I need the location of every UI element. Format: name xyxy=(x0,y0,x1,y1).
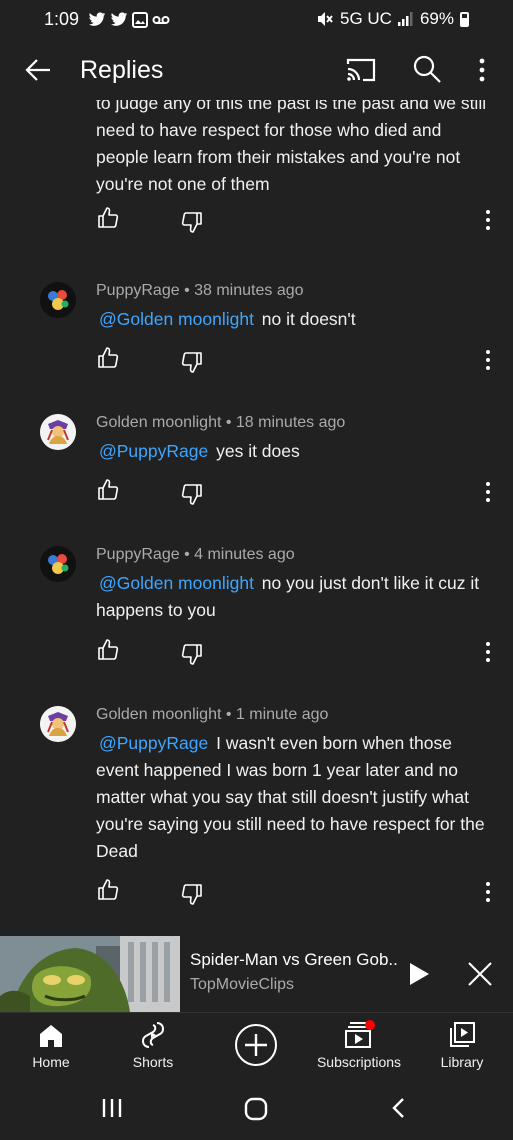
avatar[interactable] xyxy=(40,414,76,450)
reply-text: to judge any of this the past is the pas… xyxy=(96,100,487,194)
twitter-icon xyxy=(88,12,106,26)
thumbs-up-icon[interactable] xyxy=(96,638,120,662)
mention-link[interactable]: @Golden moonlight xyxy=(96,309,257,329)
mini-player-title[interactable]: Spider-Man vs Green Gob.. xyxy=(190,950,398,970)
notification-icons xyxy=(88,10,170,30)
more-vert-icon[interactable] xyxy=(478,480,498,504)
status-bar: 1:09 5G UC 69% xyxy=(0,0,513,40)
avatar[interactable] xyxy=(40,706,76,742)
voicemail-icon xyxy=(152,16,170,24)
gallery-icon xyxy=(132,12,148,28)
reply-body: no it doesn't xyxy=(256,309,356,329)
thumbs-up-icon[interactable] xyxy=(96,206,120,230)
reply-meta: Golden moonlight • 18 minutes ago xyxy=(96,414,346,431)
reply-text: @Golden moonlight no it doesn't xyxy=(96,306,496,333)
mention-link[interactable]: @PuppyRage xyxy=(96,441,211,461)
status-time: 1:09 xyxy=(44,9,80,29)
thumbs-down-icon[interactable] xyxy=(180,210,204,234)
thumbs-down-icon[interactable] xyxy=(180,350,204,374)
nav-library[interactable]: Library xyxy=(412,1013,512,1077)
page-title: Replies xyxy=(80,56,164,84)
home-button-icon[interactable] xyxy=(243,1096,269,1122)
back-arrow-icon[interactable] xyxy=(22,54,54,86)
recent-apps-icon[interactable] xyxy=(100,1096,124,1120)
signal-icon xyxy=(397,12,413,26)
reply-item: Golden moonlight • 1 minute ago @PuppyRa… xyxy=(0,704,513,936)
mention-link[interactable]: @PuppyRage xyxy=(96,733,211,753)
search-icon[interactable] xyxy=(412,54,442,84)
cast-icon[interactable] xyxy=(346,56,376,84)
thumbs-up-icon[interactable] xyxy=(96,878,120,902)
thumbs-up-icon[interactable] xyxy=(96,478,120,502)
shorts-icon xyxy=(141,1022,165,1048)
reply-item: to judge any of this the past is the pas… xyxy=(0,100,513,240)
battery-icon xyxy=(460,11,469,27)
video-thumbnail[interactable] xyxy=(0,936,180,1012)
mini-player[interactable]: Spider-Man vs Green Gob.. TopMovieClips xyxy=(0,936,513,1012)
subscriptions-icon xyxy=(345,1020,375,1048)
library-icon xyxy=(450,1022,475,1047)
more-vert-icon[interactable] xyxy=(472,56,492,84)
mini-player-channel: TopMovieClips xyxy=(190,976,295,993)
replies-list[interactable]: to judge any of this the past is the pas… xyxy=(0,100,513,936)
create-plus-icon xyxy=(235,1024,277,1066)
home-icon xyxy=(40,1025,62,1047)
nav-subscriptions[interactable]: Subscriptions xyxy=(309,1013,409,1077)
reply-meta: PuppyRage • 4 minutes ago xyxy=(96,546,295,563)
close-icon[interactable] xyxy=(466,960,494,988)
reply-item: PuppyRage • 38 minutes ago @Golden moonl… xyxy=(0,280,513,400)
battery-percent: 69% xyxy=(419,9,454,28)
more-vert-icon[interactable] xyxy=(478,880,498,904)
thumbs-down-icon[interactable] xyxy=(180,882,204,906)
back-button-icon[interactable] xyxy=(388,1096,410,1120)
notification-dot xyxy=(365,1020,375,1030)
bottom-nav: Home Shorts Subscriptions Library xyxy=(0,1012,513,1076)
twitter-icon xyxy=(110,12,128,26)
nav-label: Home xyxy=(32,1054,70,1070)
nav-shorts[interactable]: Shorts xyxy=(103,1013,203,1077)
more-vert-icon[interactable] xyxy=(478,640,498,664)
thumbs-down-icon[interactable] xyxy=(180,642,204,666)
reply-body: yes it does xyxy=(211,441,300,461)
reply-item: Golden moonlight • 18 minutes ago @Puppy… xyxy=(0,412,513,532)
reply-text: @PuppyRage I wasn't even born when those… xyxy=(96,730,496,865)
nav-label: Subscriptions xyxy=(316,1054,402,1070)
more-vert-icon[interactable] xyxy=(478,348,498,372)
thumbs-up-icon[interactable] xyxy=(96,346,120,370)
mention-link[interactable]: @Golden moonlight xyxy=(96,573,257,593)
nav-create[interactable] xyxy=(206,1013,306,1077)
play-icon[interactable] xyxy=(404,960,432,988)
thumbs-down-icon[interactable] xyxy=(180,482,204,506)
reply-meta: Golden moonlight • 1 minute ago xyxy=(96,706,329,723)
system-nav-bar xyxy=(0,1076,513,1140)
app-bar: Replies xyxy=(0,40,513,100)
network-label: 5G UC xyxy=(340,9,392,28)
reply-text: @Golden moonlight no you just don't like… xyxy=(96,570,496,624)
nav-home[interactable]: Home xyxy=(1,1013,101,1077)
avatar[interactable] xyxy=(40,546,76,582)
status-right: 5G UC 69% xyxy=(316,9,469,29)
reply-item: PuppyRage • 4 minutes ago @Golden moonli… xyxy=(0,544,513,694)
avatar[interactable] xyxy=(40,282,76,318)
reply-meta: PuppyRage • 38 minutes ago xyxy=(96,282,304,299)
nav-label: Library xyxy=(440,1054,484,1070)
reply-text: @PuppyRage yes it does xyxy=(96,438,496,465)
more-vert-icon[interactable] xyxy=(478,208,498,232)
mute-icon xyxy=(318,12,333,26)
nav-label: Shorts xyxy=(132,1054,174,1070)
